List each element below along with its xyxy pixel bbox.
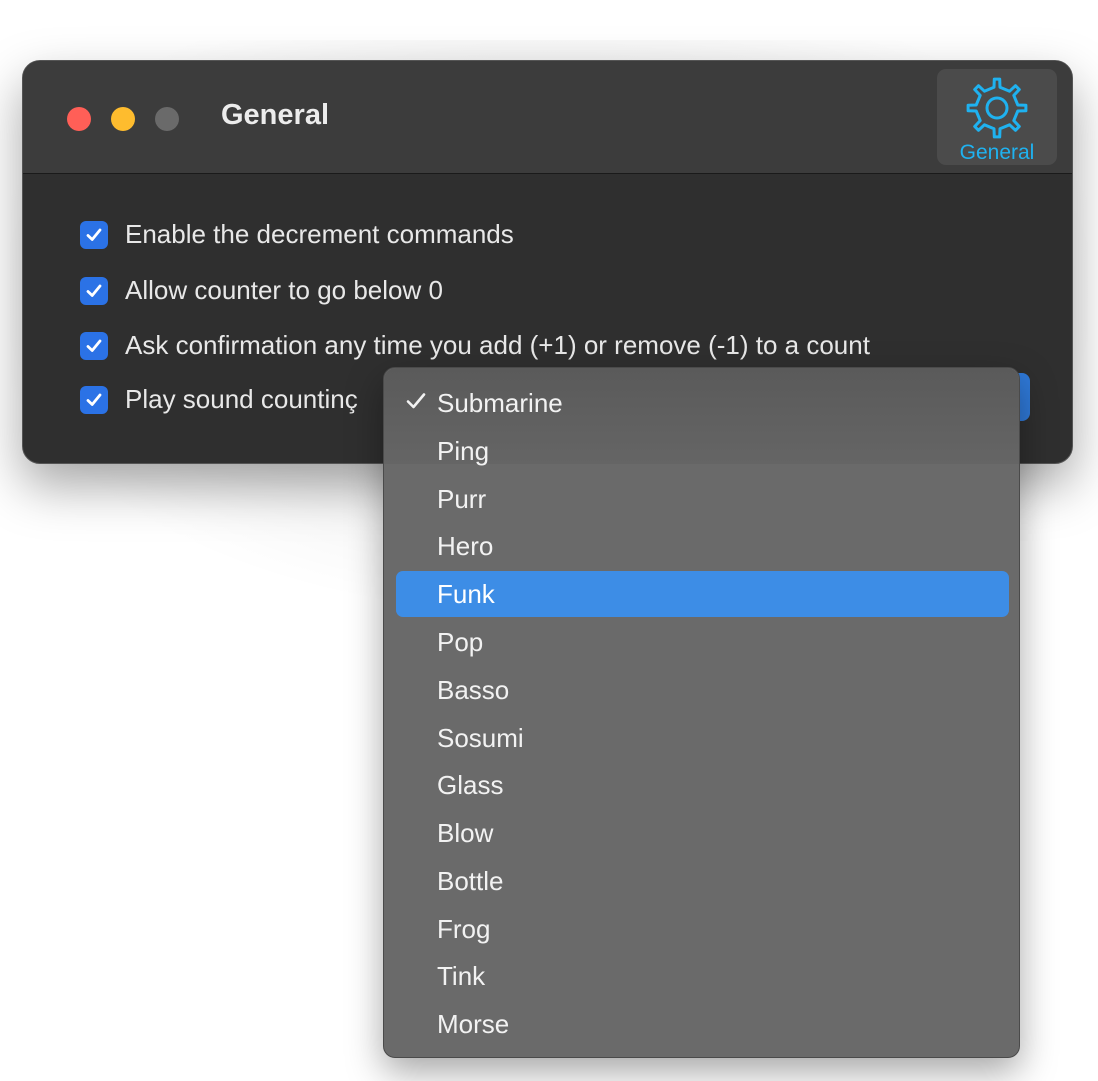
menu-item-submarine[interactable]: Submarine bbox=[396, 380, 1009, 426]
menu-item-frog[interactable]: Frog bbox=[396, 906, 1009, 952]
menu-item-sosumi[interactable]: Sosumi bbox=[396, 715, 1009, 761]
minimize-window-button[interactable] bbox=[111, 107, 135, 131]
setting-row-play-sound[interactable]: Play sound countinç bbox=[80, 384, 358, 415]
menu-item-blow[interactable]: Blow bbox=[396, 810, 1009, 856]
menu-item-label: Ping bbox=[437, 436, 490, 466]
menu-item-label: Hero bbox=[437, 531, 494, 561]
menu-item-label: Tink bbox=[437, 961, 486, 991]
menu-item-bottle[interactable]: Bottle bbox=[396, 858, 1009, 904]
setting-row-decrement[interactable]: Enable the decrement commands bbox=[80, 219, 514, 250]
menu-item-label: Funk bbox=[437, 579, 495, 609]
checkmark-icon bbox=[406, 393, 426, 409]
menu-item-label: Sosumi bbox=[437, 723, 524, 753]
checkmark-icon bbox=[86, 393, 102, 406]
menu-item-label: Glass bbox=[437, 770, 504, 800]
menu-item-label: Purr bbox=[437, 484, 487, 514]
menu-item-label: Morse bbox=[437, 1009, 510, 1039]
window-title: General bbox=[221, 99, 329, 131]
checkbox-decrement[interactable] bbox=[80, 220, 108, 249]
menu-item-tink[interactable]: Tink bbox=[396, 953, 1009, 999]
menu-item-label: Pop bbox=[437, 627, 484, 657]
toolbar-tab-label: General bbox=[959, 141, 1035, 164]
menu-item-label: Blow bbox=[437, 818, 494, 848]
menu-item-morse[interactable]: Morse bbox=[396, 1001, 1009, 1047]
checkmark-icon bbox=[86, 339, 102, 352]
titlebar: General General bbox=[23, 61, 1072, 174]
checkbox-label: Allow counter to go below 0 bbox=[125, 275, 443, 305]
checkmark-icon bbox=[86, 228, 102, 241]
checkbox-label: Play sound countinç bbox=[125, 384, 358, 414]
menu-item-ping[interactable]: Ping bbox=[396, 428, 1009, 474]
checkbox-below-zero[interactable] bbox=[80, 276, 108, 305]
checkbox-play-sound[interactable] bbox=[80, 385, 108, 414]
checkbox-label: Ask confirmation any time you add (+1) o… bbox=[125, 330, 870, 360]
menu-item-glass[interactable]: Glass bbox=[396, 762, 1009, 808]
menu-item-basso[interactable]: Basso bbox=[396, 667, 1009, 713]
checkbox-label: Enable the decrement commands bbox=[125, 219, 514, 249]
menu-item-hero[interactable]: Hero bbox=[396, 523, 1009, 569]
menu-item-pop[interactable]: Pop bbox=[396, 619, 1009, 665]
menu-item-label: Basso bbox=[437, 675, 510, 705]
menu-item-label: Submarine bbox=[437, 388, 563, 418]
sound-popup-menu: Submarine Ping Purr Hero Funk Pop Basso … bbox=[383, 367, 1020, 1058]
menu-item-funk[interactable]: Funk bbox=[396, 571, 1009, 617]
close-window-button[interactable] bbox=[67, 107, 91, 131]
gear-icon bbox=[966, 77, 1028, 139]
checkmark-icon bbox=[86, 284, 102, 297]
toolbar-tab-general[interactable]: General bbox=[937, 69, 1057, 165]
setting-row-confirmation[interactable]: Ask confirmation any time you add (+1) o… bbox=[80, 330, 870, 361]
checkbox-confirmation[interactable] bbox=[80, 331, 108, 360]
zoom-window-button bbox=[155, 107, 179, 131]
menu-item-label: Bottle bbox=[437, 866, 504, 896]
menu-item-label: Frog bbox=[437, 914, 491, 944]
menu-item-purr[interactable]: Purr bbox=[396, 476, 1009, 522]
setting-row-below-zero[interactable]: Allow counter to go below 0 bbox=[80, 275, 443, 306]
